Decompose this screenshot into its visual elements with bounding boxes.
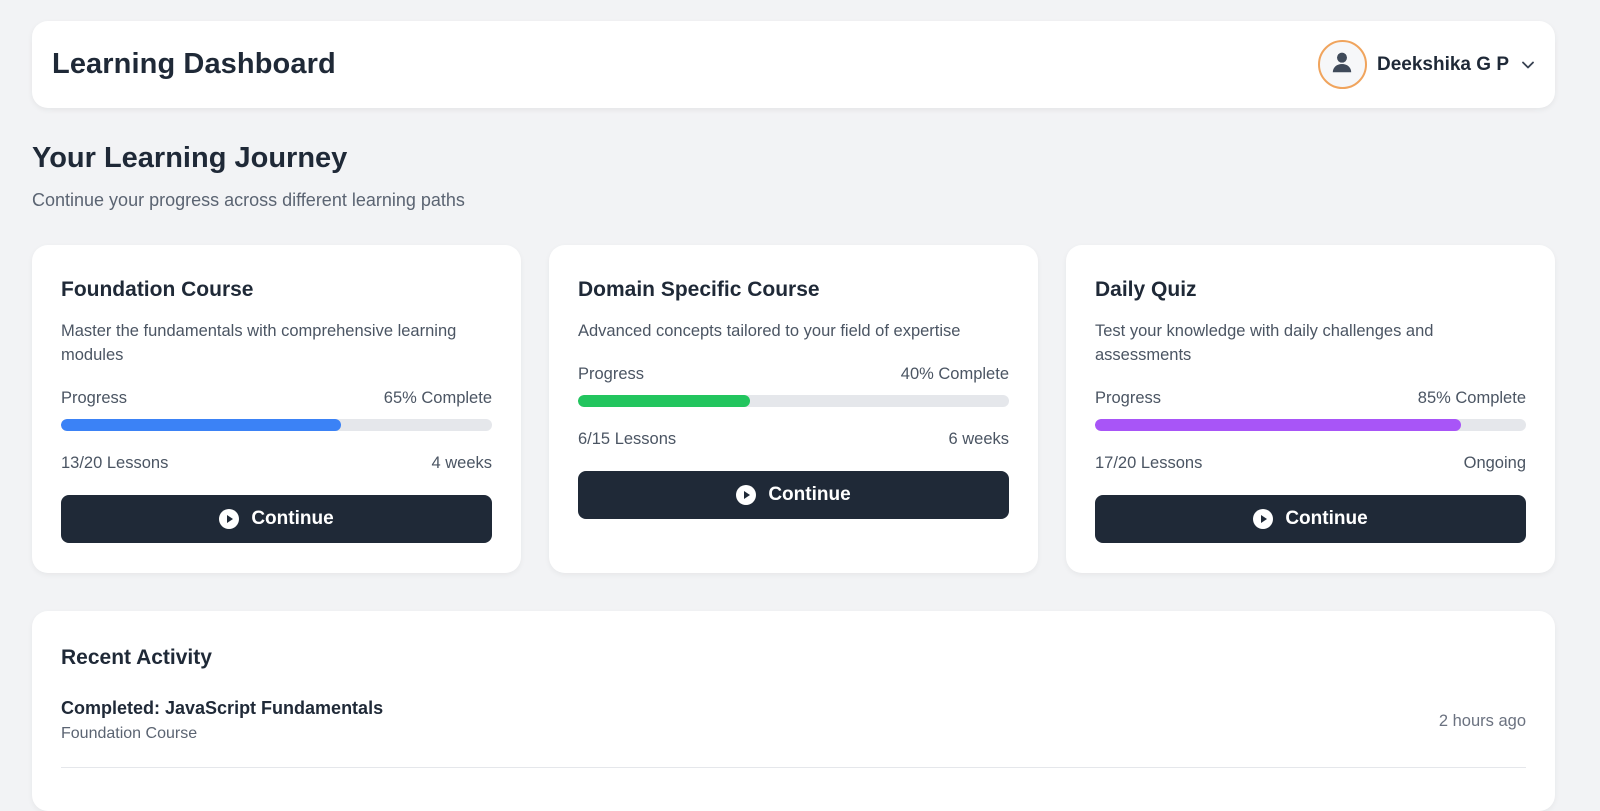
progress-bar <box>1095 419 1526 431</box>
progress-label: Progress <box>578 365 645 383</box>
course-title: Daily Quiz <box>1095 278 1197 301</box>
progress-percent: 65% Complete <box>383 389 492 407</box>
user-icon <box>1329 49 1355 80</box>
course-duration: 6 weeks <box>948 430 1009 448</box>
activity-name: Completed: JavaScript Fundamentals <box>61 698 384 718</box>
activity-course: Foundation Course <box>61 725 198 742</box>
progress-fill <box>578 395 751 407</box>
progress-label: Progress <box>1095 389 1162 407</box>
progress-bar <box>61 419 492 431</box>
continue-button[interactable]: Continue <box>578 471 1009 519</box>
course-meta: 6/15 Lessons 6 weeks <box>578 430 1009 449</box>
section-subtitle: Continue your progress across different … <box>32 190 465 210</box>
lessons-count: 13/20 Lessons <box>61 454 169 472</box>
activity-time: 2 hours ago <box>1438 712 1526 730</box>
progress-bar <box>578 395 1009 407</box>
progress-label: Progress <box>61 389 128 407</box>
progress-fill <box>61 419 342 431</box>
course-meta: 17/20 Lessons Ongoing <box>1095 454 1526 473</box>
course-card-domain: Domain Specific Course Advanced concepts… <box>549 245 1038 573</box>
course-card-daily-quiz: Daily Quiz Test your knowledge with dail… <box>1066 245 1555 573</box>
course-description: Master the fundamentals with comprehensi… <box>61 322 457 364</box>
progress-row: Progress 85% Complete <box>1095 389 1526 408</box>
continue-button-label: Continue <box>768 484 851 505</box>
play-circle-icon <box>736 485 757 505</box>
user-menu[interactable]: Deekshika G P <box>1317 40 1535 89</box>
chevron-down-icon[interactable] <box>1521 58 1535 72</box>
course-card-foundation: Foundation Course Master the fundamental… <box>32 245 521 573</box>
course-description: Advanced concepts tailored to your field… <box>578 322 961 340</box>
continue-button[interactable]: Continue <box>61 495 492 543</box>
continue-button-label: Continue <box>251 508 334 529</box>
course-duration: 4 weeks <box>431 454 492 472</box>
section-title: Your Learning Journey <box>32 142 348 174</box>
continue-button-label: Continue <box>1285 508 1368 529</box>
progress-row: Progress 65% Complete <box>61 389 492 408</box>
user-name[interactable]: Deekshika G P <box>1377 54 1509 76</box>
progress-percent: 85% Complete <box>1417 389 1526 407</box>
progress-row: Progress 40% Complete <box>578 365 1009 384</box>
activity-title: Recent Activity <box>61 646 212 669</box>
avatar[interactable] <box>1317 40 1367 89</box>
app-title: Learning Dashboard <box>52 48 336 80</box>
progress-fill <box>1095 419 1462 431</box>
course-duration: Ongoing <box>1463 454 1526 472</box>
course-title: Foundation Course <box>61 278 254 301</box>
continue-button[interactable]: Continue <box>1095 495 1526 543</box>
course-title: Domain Specific Course <box>578 278 820 301</box>
top-header: Learning Dashboard Deekshika G P <box>32 21 1555 108</box>
course-description: Test your knowledge with daily challenge… <box>1095 322 1434 364</box>
progress-percent: 40% Complete <box>900 365 1009 383</box>
recent-activity-panel: Recent Activity Completed: JavaScript Fu… <box>32 611 1555 811</box>
course-meta: 13/20 Lessons 4 weeks <box>61 454 492 473</box>
lessons-count: 6/15 Lessons <box>578 430 677 448</box>
lessons-count: 17/20 Lessons <box>1095 454 1203 472</box>
list-item[interactable]: Completed: JavaScript Fundamentals Found… <box>61 698 1526 768</box>
play-circle-icon <box>1253 509 1274 529</box>
play-circle-icon <box>219 509 240 529</box>
